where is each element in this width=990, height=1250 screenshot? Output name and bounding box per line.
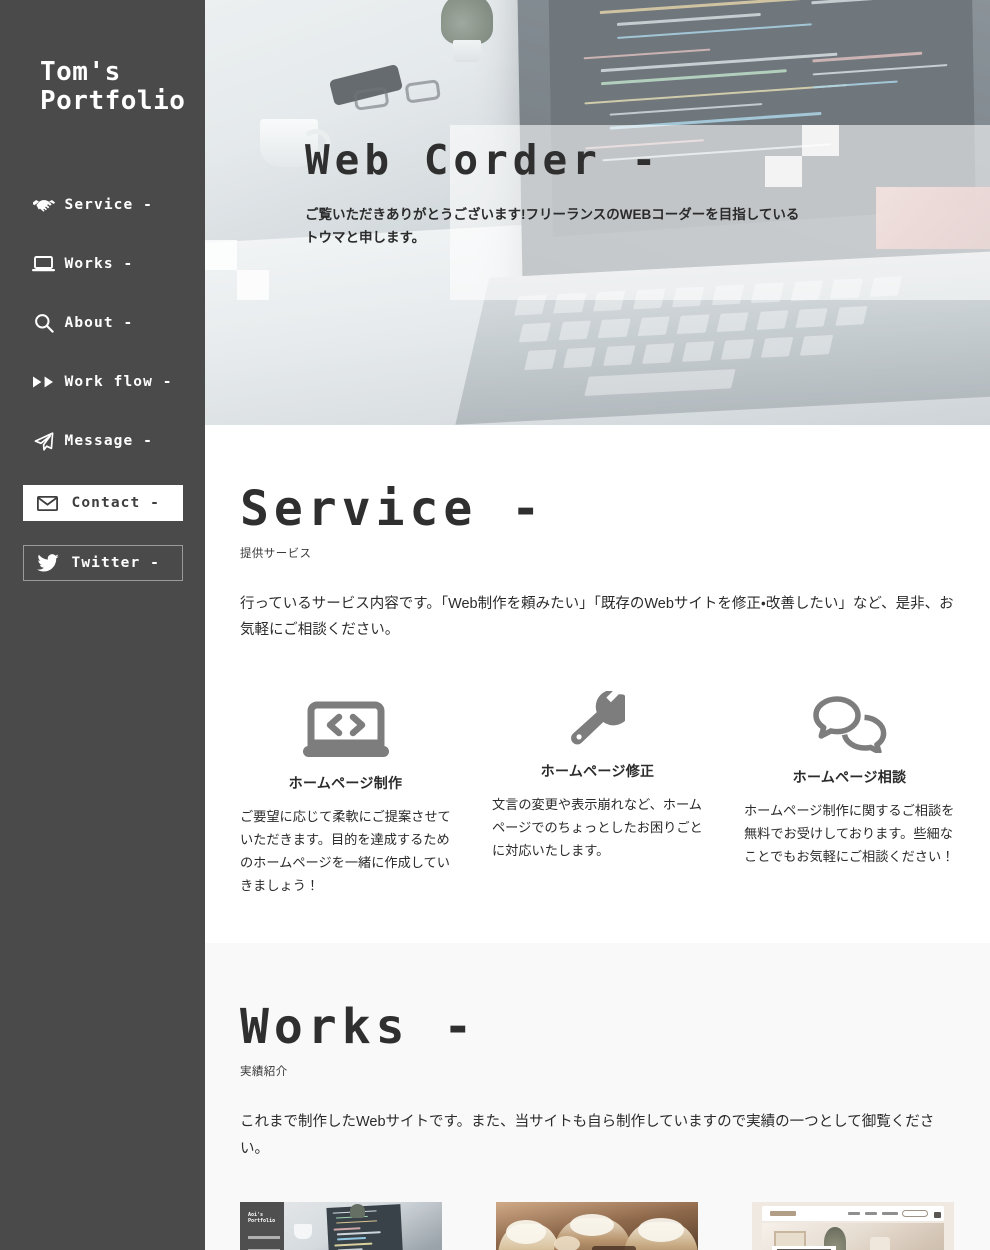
works-heading: Works -: [240, 999, 478, 1056]
sidebar-item-label: Service -: [64, 197, 153, 214]
sidebar-item-message[interactable]: Message -: [23, 426, 183, 456]
service-card-body: 文言の変更や表示崩れなど、ホームページでのちょっとしたお困りごとに対応いたします…: [492, 796, 703, 858]
service-card-list: ホームページ制作 ご要望に応じて柔軟にご提案させていただきます。目的を達成するた…: [240, 681, 955, 897]
service-card-title: ホームページ修正: [540, 762, 655, 779]
sidebar: Tom's Portfolio Service - Works - About …: [0, 0, 205, 1250]
service-card[interactable]: ホームページ制作 ご要望に応じて柔軟にご提案させていただきます。目的を達成するた…: [240, 681, 451, 897]
sidebar-item-works[interactable]: Works -: [23, 249, 183, 279]
sidebar-item-about[interactable]: About -: [23, 308, 183, 338]
sidebar-nav: Service - Works - About - Work flow - Me…: [0, 190, 205, 485]
twitter-icon: [24, 554, 72, 572]
twitter-button[interactable]: Twitter -: [22, 545, 183, 582]
service-card-body: ホームページ制作に関するご相談を無料でお受けしております。些細なことでもお気軽に…: [744, 802, 955, 864]
sidebar-item-label: Works -: [64, 256, 134, 273]
sidebar-item-label: About -: [64, 315, 134, 332]
laptop-icon: [23, 256, 65, 272]
search-icon: [23, 313, 65, 333]
portfolio-page: Tom's Portfolio Service - Works - About …: [0, 0, 990, 1250]
service-lead-text: 行っているサービス内容です。「Web制作を頼みたい」「既存のWebサイトを修正・…: [240, 596, 954, 639]
handshake-icon: [23, 198, 65, 212]
contact-button-label: Contact -: [71, 495, 160, 512]
envelope-icon: [24, 495, 72, 511]
sidebar-item-work-flow[interactable]: Work flow -: [23, 367, 183, 397]
cake-shop-site-thumbnail[interactable]: [496, 1201, 698, 1250]
laptop-code-icon: [240, 681, 451, 759]
hero-description: ご覧いただきありがとうございます!フリーランスのWEBコーダーを目指しているトウ…: [305, 207, 800, 246]
service-subheading: 提供サービス: [240, 548, 312, 560]
wrench-icon: [492, 681, 703, 747]
service-card-body: ご要望に応じて柔軟にご提案させていただきます。目的を達成するためのホームページを…: [240, 808, 451, 894]
service-card-title: ホームページ相談: [792, 768, 907, 785]
service-card-title: ホームページ制作: [288, 774, 403, 791]
service-card[interactable]: ホームページ相談 ホームページ制作に関するご相談を無料でお受けしております。些細…: [744, 681, 955, 897]
main-content: Web Corder - ご覧いただきありがとうございます!フリーランスのWEB…: [205, 0, 990, 1250]
paper-plane-icon: [23, 432, 65, 451]
hero-title: Web Corder -: [305, 136, 662, 184]
contact-button[interactable]: Contact -: [22, 485, 183, 522]
site-logo[interactable]: Tom's Portfolio: [40, 57, 186, 117]
comments-icon: [744, 681, 955, 753]
service-section: Service - 提供サービス 行っているサービス内容です。「Web制作を頼み…: [205, 425, 990, 944]
works-thumbnail-list: Aoi's Portfolio: [240, 1201, 955, 1250]
twitter-button-label: Twitter -: [71, 555, 160, 572]
interior-site-thumbnail[interactable]: [752, 1201, 954, 1250]
logo-line-2: Portfolio: [40, 86, 186, 117]
fast-forward-icon: [23, 376, 65, 388]
sidebar-item-label: Work flow -: [64, 374, 173, 391]
portfolio-site-thumbnail[interactable]: Aoi's Portfolio: [240, 1201, 442, 1250]
checkerboard-decor-left: [205, 240, 269, 300]
works-lead-text: これまで制作したWebサイトです。また、当サイトも自ら制作していますので実績の一…: [240, 1114, 935, 1157]
service-card[interactable]: ホームページ修正 文言の変更や表示崩れなど、ホームページでのちょっとしたお困りご…: [492, 681, 703, 897]
sidebar-item-service[interactable]: Service -: [23, 190, 183, 220]
logo-line-1: Tom's: [40, 57, 121, 87]
works-section: Works - 実績紹介 これまで制作したWebサイトです。また、当サイトも自ら…: [205, 943, 990, 1250]
service-heading: Service -: [240, 481, 546, 537]
sidebar-item-label: Message -: [64, 433, 153, 450]
works-subheading: 実績紹介: [240, 1066, 288, 1079]
hero-section: Web Corder - ご覧いただきありがとうございます!フリーランスのWEB…: [205, 0, 990, 425]
